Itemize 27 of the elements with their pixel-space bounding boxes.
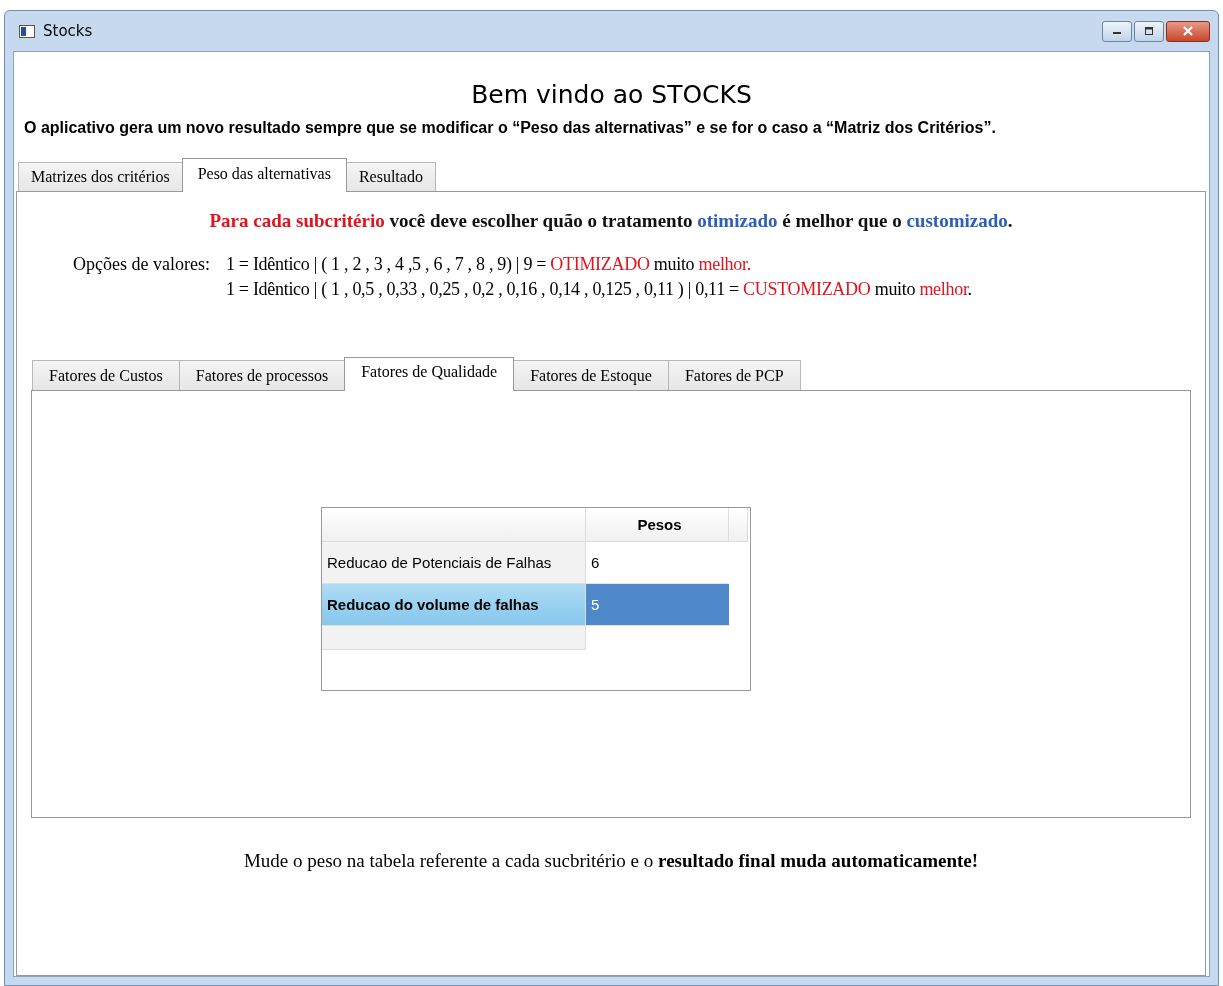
tab[interactable]: Fatores de Custos	[32, 360, 180, 390]
option-line: 1 = Idêntico | ( 1 , 2 , 3 , 4 ,5 , 6 , 7 , 8 , 9) | 9 = OTIMIZADO muito melhor.	[225, 254, 752, 275]
tab[interactable]: Fatores de Qualidade	[344, 357, 515, 391]
welcome-heading: Bem vindo ao STOCKS	[470, 80, 753, 109]
tab[interactable]: Fatores de processos	[178, 360, 346, 390]
tab[interactable]: Peso das alternativas	[181, 158, 347, 192]
app-icon	[19, 24, 35, 38]
options-label: Opções de valores:	[73, 254, 210, 276]
row-header[interactable]: Reducao do volume de falhas	[322, 584, 586, 626]
tab[interactable]: Fatores de PCP	[667, 360, 801, 390]
intro-text: O aplicativo gera um novo resultado sempre que se modificar o “Peso das alternativas” e se for o caso a “Matriz dos Critérios”.	[24, 119, 997, 137]
tab[interactable]: Matrizes dos critérios	[18, 162, 183, 191]
window-title: Stocks	[43, 22, 93, 40]
header-cell	[729, 508, 748, 542]
close-icon	[1182, 26, 1194, 36]
table-cell[interactable]: 5	[586, 584, 729, 626]
footer-text: Mude o peso na tabela referente a cada sucbritério e o resultado final muda automaticamente!	[242, 850, 980, 872]
option-line: 1 = Idêntico | ( 1 , 0,5 , 0,33 , 0,25 , 0,2 , 0,16 , 0,14 , 0,125 , 0,11 ) | 0,11 = CUSTOMIZADO muito melhor.	[225, 279, 972, 300]
instruction-text: Para cada subcritério você deve escolher quão o tratamento otimizado é melhor que o customizado.	[208, 210, 1014, 232]
tab[interactable]: Resultado	[345, 162, 436, 191]
close-button[interactable]	[1166, 20, 1210, 42]
row-header[interactable]: Reducao de Potenciais de Falhas	[322, 542, 586, 584]
maximize-icon	[1143, 26, 1155, 36]
tab[interactable]: Fatores de Estoque	[513, 360, 669, 390]
column-header: Pesos	[586, 508, 729, 542]
maximize-button[interactable]	[1134, 20, 1164, 42]
minimize-button[interactable]	[1102, 20, 1132, 42]
